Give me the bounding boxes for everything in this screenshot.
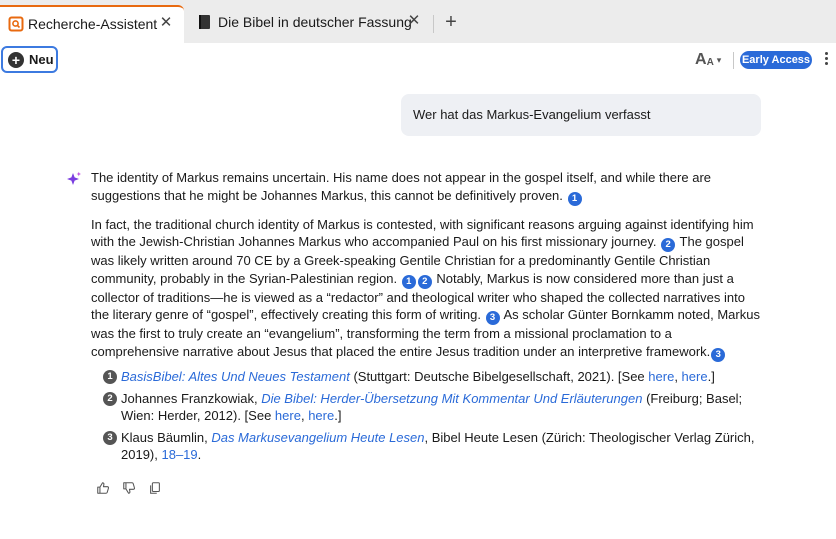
reference-author: Johannes Franzkowiak, (121, 390, 262, 406)
more-options-icon[interactable] (820, 50, 832, 70)
reference-here-link[interactable]: here (682, 369, 708, 384)
reference-item: 2 Johannes Franzkowiak, Die Bibel: Herde… (103, 390, 763, 425)
tab-divider (433, 15, 434, 33)
reference-title-link[interactable]: BasisBibel: Altes Und Neues Testament (121, 369, 350, 384)
answer-paragraph: The identity of Markus remains uncertain… (91, 169, 763, 206)
citation-badge[interactable]: 2 (417, 274, 432, 289)
chevron-down-icon: ▾ (716, 54, 722, 65)
reference-text: (Stuttgart: Deutsche Bibelgesellschaft, … (349, 369, 649, 384)
font-size-big-glyph: A (695, 51, 707, 68)
reference-here-link[interactable]: here (275, 408, 301, 423)
reference-author: Klaus Bäumlin, (121, 429, 212, 445)
citation-badge[interactable]: 3 (711, 347, 726, 362)
thumbs-up-icon[interactable] (96, 481, 110, 495)
reference-number: 3 (103, 430, 117, 445)
reference-here-link[interactable]: here (648, 369, 674, 384)
copy-icon[interactable] (148, 481, 162, 495)
new-chat-label: Neu (29, 52, 54, 67)
user-message: Wer hat das Markus-Evangelium verfasst (401, 94, 761, 136)
reference-here-link[interactable]: here (308, 408, 334, 423)
reference-text: .] (707, 369, 715, 384)
answer-paragraph: In fact, the traditional church identity… (91, 216, 763, 362)
feedback-bar (96, 481, 162, 497)
assistant-answer: The identity of Markus remains uncertain… (91, 169, 763, 372)
font-size-small-glyph: A (706, 56, 714, 68)
citation-badge[interactable]: 3 (485, 311, 500, 325)
reference-list: 1 BasisBibel: Altes Und Neues Testament … (103, 368, 763, 468)
tab-bar: Recherche-Assistent ✕ Die Bibel in deuts… (0, 0, 836, 43)
reference-text: .] (334, 408, 342, 423)
citation-badge[interactable]: 1 (401, 274, 416, 289)
bible-book-icon (199, 15, 210, 29)
tab-label: Die Bibel in deutscher Fassung (218, 14, 412, 30)
reference-title-link[interactable]: Das Markusevangelium Heute Lesen (211, 430, 424, 445)
toolbar-divider (733, 52, 734, 69)
tab-label: Recherche-Assistent (28, 16, 158, 32)
chat-book-icon (8, 16, 24, 32)
reference-text: . (197, 447, 202, 462)
reference-item: 1 BasisBibel: Altes Und Neues Testament … (103, 368, 763, 386)
early-access-badge[interactable]: Early Access (740, 51, 812, 69)
tab-bibel[interactable]: Die Bibel in deutscher Fassung ✕ (186, 5, 432, 43)
new-tab-button[interactable]: + (441, 12, 461, 34)
tab-recherche-assistent[interactable]: Recherche-Assistent ✕ (0, 5, 184, 43)
reference-pages-link[interactable]: 18–19 (161, 447, 197, 462)
font-size-button[interactable]: A A ▾ (695, 50, 721, 70)
reference-text: , (674, 369, 682, 384)
plus-circle-icon: + (8, 51, 24, 68)
thumbs-down-icon[interactable] (122, 481, 136, 495)
answer-text: In fact, the traditional church identity… (91, 216, 754, 250)
close-icon[interactable]: ✕ (156, 13, 176, 33)
reference-title-link[interactable]: Die Bibel: Herder-Übersetzung Mit Kommen… (261, 391, 642, 406)
reference-number: 2 (103, 391, 117, 406)
new-chat-button[interactable]: + Neu (1, 46, 58, 73)
citation-badge[interactable]: 2 (661, 238, 676, 252)
citation-badge[interactable]: 1 (567, 191, 582, 206)
reference-number: 1 (103, 370, 117, 384)
reference-item: 3 Klaus Bäumlin, Das Markusevangelium He… (103, 429, 763, 464)
answer-text: The identity of Markus remains uncertain… (91, 170, 712, 203)
toolbar: + Neu A A ▾ Early Access (0, 43, 836, 76)
sparkle-icon (67, 171, 81, 185)
close-icon[interactable]: ✕ (404, 11, 424, 31)
